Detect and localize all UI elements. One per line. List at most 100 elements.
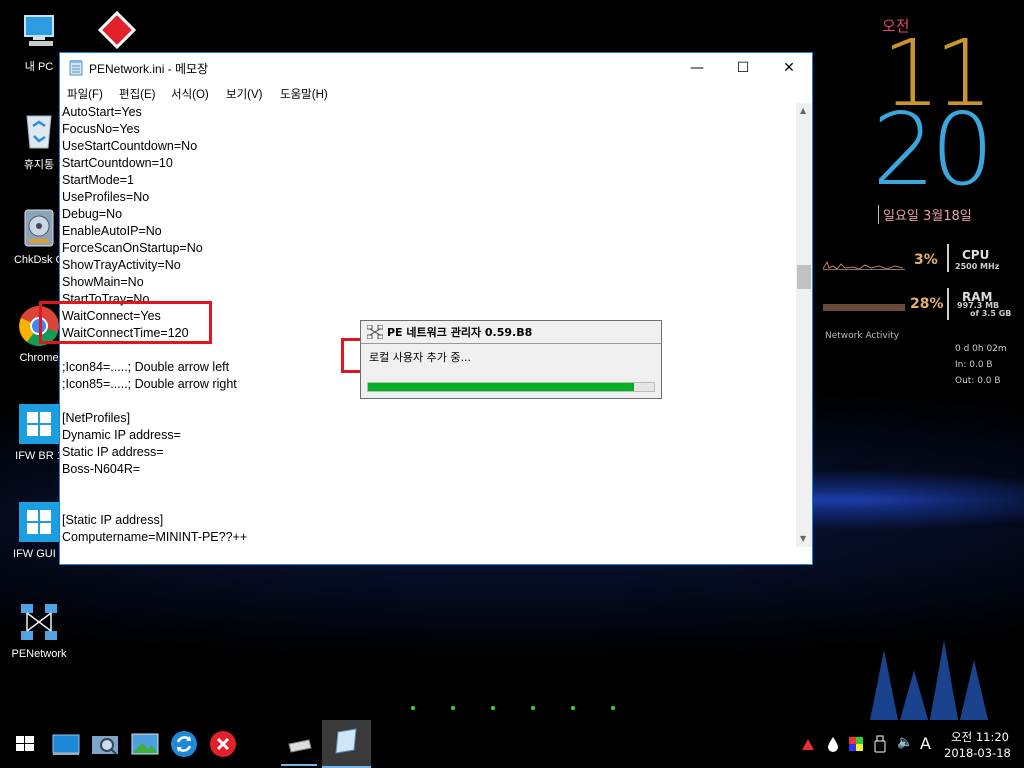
taskbar-active-indicator: [281, 764, 317, 766]
ram-meter: 28% RAM 997.3 MB of 3.5 GB: [823, 288, 1023, 322]
minimize-icon: —: [690, 60, 704, 76]
decorative-dot: [451, 706, 455, 710]
notepad-menubar: 파일(F) 편집(E) 서식(O) 보기(V) 도움말(H): [60, 83, 812, 103]
text-line: ShowTrayActivity=No: [62, 258, 181, 272]
ram-graph: [823, 304, 905, 311]
cpu-graph: [823, 260, 905, 270]
menu-edit[interactable]: 편집(E): [119, 86, 156, 102]
desktop-icon: [52, 734, 80, 755]
taskbar-refresh-button[interactable]: [168, 728, 200, 760]
minimize-button[interactable]: —: [674, 53, 720, 83]
desktop-icon-app[interactable]: [78, 10, 156, 58]
decorative-dot: [491, 706, 495, 710]
text-line: ;Icon85=.....; Double arrow right: [62, 377, 237, 391]
text-line: StartCountdown=10: [62, 156, 173, 170]
text-line: [NetProfiles]: [62, 411, 131, 425]
text-line: FocusNo=Yes: [62, 122, 140, 136]
taskbar-drive-button[interactable]: [281, 728, 317, 766]
notepad-titlebar[interactable]: PENetwork.ini - 메모장 — ☐ ✕: [60, 53, 812, 83]
dialog-status-text: 로컬 사용자 추가 중...: [369, 351, 471, 364]
notepad-icon: [335, 728, 357, 754]
flame-decoration: [960, 660, 988, 720]
taskbar-notepad-button[interactable]: [322, 720, 371, 768]
desktop-icon-penetwork[interactable]: PENetwork: [0, 600, 78, 660]
meter-divider: [947, 288, 949, 320]
scroll-up-arrow-icon[interactable]: ▲: [800, 106, 806, 115]
computer-icon: [17, 10, 61, 54]
text-line: Debug=No: [62, 207, 123, 221]
cpu-frequency: 2500 MHz: [955, 262, 1000, 271]
ram-percent: 28%: [910, 296, 944, 312]
cpu-meter: 3% CPU 2500 MHz: [823, 244, 1023, 274]
vertical-scrollbar[interactable]: ▲ ▼: [796, 103, 812, 547]
menu-view[interactable]: 보기(V): [226, 86, 263, 102]
text-line: UseProfiles=No: [62, 190, 150, 204]
red-diamond-app-icon: [95, 10, 139, 54]
desktop-icon-label: PENetwork: [11, 648, 67, 660]
usb-device-icon[interactable]: [874, 735, 886, 753]
flame-decoration: [870, 650, 898, 720]
progress-bar-fill: [368, 383, 634, 391]
close-icon: ✕: [783, 60, 795, 76]
taskbar-clock-time[interactable]: 오전 11:20: [950, 729, 1010, 745]
menu-file[interactable]: 파일(F): [67, 86, 103, 102]
text-line: Boss-N604R=: [62, 462, 141, 476]
taskbar-explorer-button[interactable]: [89, 728, 121, 760]
network-activity-label: Network Activity: [825, 331, 900, 341]
divider: [361, 343, 661, 344]
folder-search-icon: [92, 736, 118, 755]
text-line: StartMode=1: [62, 173, 134, 187]
decorative-dot: [571, 706, 575, 710]
menu-help[interactable]: 도움말(H): [280, 86, 328, 102]
windows-logo-icon: [17, 402, 61, 446]
text-line: UseStartCountdown=No: [62, 139, 198, 153]
taskbar-close-app-button[interactable]: [207, 728, 239, 760]
text-line: EnableAutoIP=No: [62, 224, 162, 238]
flame-decoration: [930, 640, 958, 720]
text-line: Dynamic IP address=: [62, 428, 181, 442]
cpu-percent: 3%: [914, 252, 938, 268]
water-drop-icon[interactable]: [826, 736, 840, 752]
volume-icon[interactable]: 🔈: [897, 735, 915, 753]
horizontal-area: [60, 547, 796, 564]
red-x-icon: [210, 731, 236, 757]
text-line: ShowMain=No: [62, 275, 144, 289]
start-button[interactable]: [9, 728, 41, 760]
decorative-dot: [611, 706, 615, 710]
cpu-label: CPU: [962, 248, 990, 262]
tray-app-icon[interactable]: [800, 736, 816, 752]
network-out: Out: 0.0 B: [955, 376, 1001, 386]
drive-icon: [288, 739, 312, 753]
network-icon: [366, 324, 384, 340]
refresh-icon: [171, 731, 197, 757]
taskbar-image-viewer-button[interactable]: [129, 728, 161, 760]
menu-format[interactable]: 서식(O): [171, 86, 209, 102]
dialog-title: PE 네트워크 관리자 0.59.B8: [387, 326, 533, 339]
meter-divider: [947, 244, 949, 272]
taskbar-desktop-button[interactable]: [50, 728, 82, 760]
progress-bar: [367, 382, 655, 392]
text-line: ;Icon84=.....; Double arrow left: [62, 360, 230, 374]
taskbar-clock-date[interactable]: 2018-03-18: [944, 746, 1011, 760]
text-line: AutoStart=Yes: [62, 105, 142, 119]
color-palette-icon[interactable]: [848, 736, 864, 752]
text-line: [Static IP address]: [62, 513, 164, 527]
clock-date: 일요일 3월18일: [878, 205, 972, 224]
pe-network-dialog[interactable]: PE 네트워크 관리자 0.59.B8 로컬 사용자 추가 중...: [360, 320, 662, 399]
text-line: Static IP address=: [62, 445, 164, 459]
ime-indicator[interactable]: A: [920, 734, 931, 753]
decorative-dot: [531, 706, 535, 710]
ram-total: of 3.5 GB: [970, 309, 1012, 318]
disk-check-icon: [17, 206, 61, 250]
recycle-bin-icon: [17, 108, 61, 152]
close-button[interactable]: ✕: [766, 53, 812, 83]
scroll-down-arrow-icon[interactable]: ▼: [800, 534, 806, 543]
decorative-dot: [411, 706, 415, 710]
highlight-box: [39, 301, 212, 344]
scrollbar-thumb[interactable]: [797, 265, 811, 289]
network-icon: [17, 600, 61, 644]
image-icon: [131, 733, 159, 755]
text-line: Computername=MININT-PE??++: [62, 530, 248, 544]
notepad-icon: [69, 60, 83, 76]
maximize-button[interactable]: ☐: [720, 53, 766, 83]
